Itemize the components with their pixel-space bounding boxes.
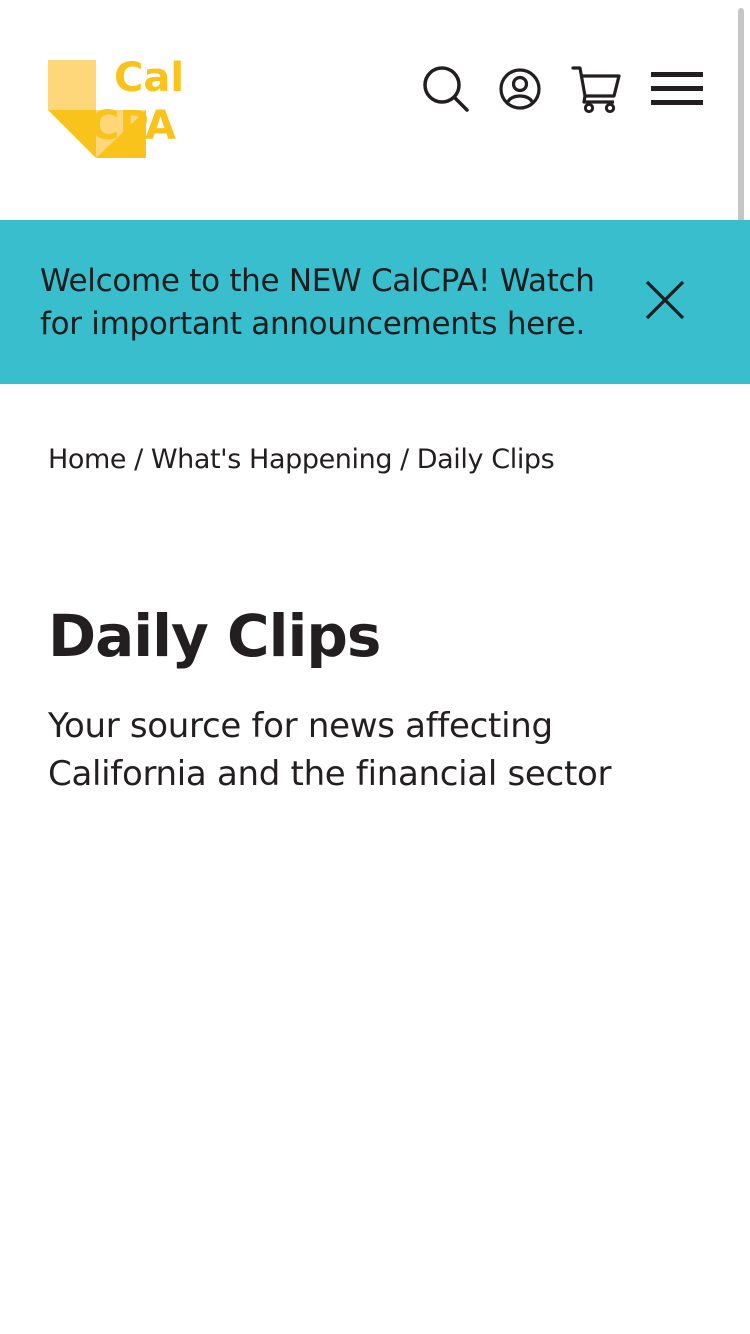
calcpa-logo[interactable]: Cal CPA xyxy=(48,55,258,162)
breadcrumb-whats-happening[interactable]: What's Happening xyxy=(151,444,393,475)
breadcrumb-separator: / xyxy=(400,444,409,475)
breadcrumb: Home / What's Happening / Daily Clips xyxy=(48,440,555,480)
announcement-text: Welcome to the NEW CalCPA! Watch for imp… xyxy=(40,263,595,342)
breadcrumb-home[interactable]: Home xyxy=(48,444,127,475)
hamburger-menu-icon xyxy=(651,72,703,105)
close-banner-button[interactable] xyxy=(640,276,690,326)
account-button[interactable] xyxy=(496,62,544,116)
page: Cal CPA Welcome to the NEW CalCPA! Watch… xyxy=(0,0,750,1334)
breadcrumb-separator: / xyxy=(134,444,143,475)
logo-line-1: Cal xyxy=(114,55,185,101)
user-circle-icon xyxy=(499,68,541,110)
cart-icon xyxy=(571,66,621,114)
logo-wordmark: Cal CPA xyxy=(90,54,185,150)
logo-line-2: CPA xyxy=(90,103,176,149)
menu-button[interactable] xyxy=(648,62,706,116)
search-button[interactable] xyxy=(418,62,472,116)
announcement-banner: Welcome to the NEW CalCPA! Watch for imp… xyxy=(0,220,750,384)
breadcrumb-current: Daily Clips xyxy=(416,444,555,475)
page-subtitle: Your source for news affecting Californi… xyxy=(48,706,612,794)
close-icon xyxy=(645,280,685,320)
cart-button[interactable] xyxy=(568,62,624,116)
site-header: Cal CPA xyxy=(0,0,750,230)
search-icon xyxy=(423,66,469,112)
page-title: Daily Clips xyxy=(48,602,381,670)
page-scrollbar[interactable] xyxy=(738,8,744,230)
